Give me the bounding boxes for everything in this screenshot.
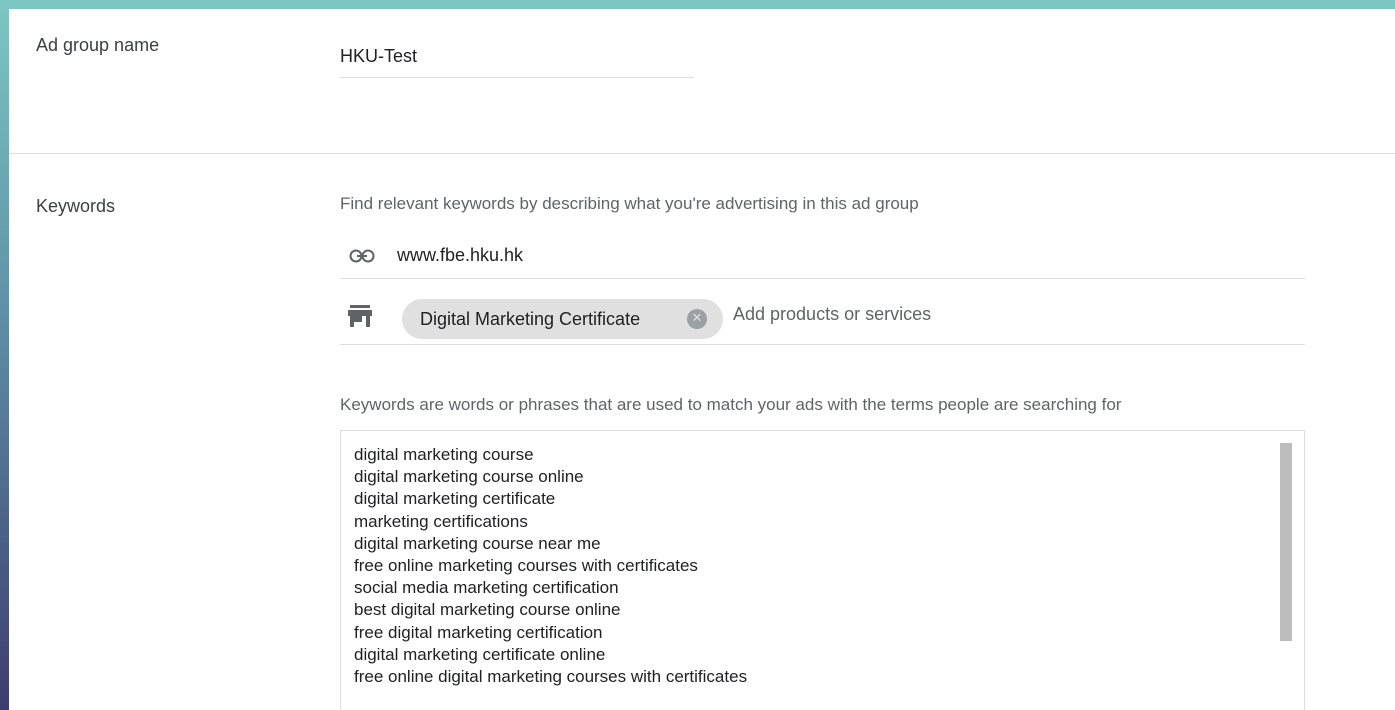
keyword-item: free online marketing courses with certi…: [354, 556, 698, 576]
find-keywords-hint: Find relevant keywords by describing wha…: [340, 194, 919, 213]
website-url[interactable]: www.fbe.hku.hk: [397, 245, 523, 266]
keywords-scrollbar[interactable]: [1280, 443, 1292, 641]
ad-group-panel: Ad group name HKU-Test Keywords Find rel…: [9, 9, 1395, 710]
add-products-input[interactable]: [733, 301, 1233, 327]
keyword-item: digital marketing course: [354, 445, 534, 464]
keyword-item: free online digital marketing courses wi…: [354, 667, 748, 687]
keywords-box-hint: Keywords are words or phrases that are u…: [340, 395, 1122, 414]
keyword-item: best digital marketing course online: [354, 600, 621, 620]
keyword-item: digital marketing course near me: [354, 533, 601, 553]
keyword-item: free digital marketing certification: [354, 622, 603, 642]
link-icon: [349, 249, 375, 263]
close-circle-icon[interactable]: ✕: [687, 309, 707, 329]
keyword-list: digital marketing course digital marketi…: [354, 444, 747, 688]
keyword-item: digital marketing certificate: [354, 489, 556, 509]
keyword-item: digital marketing certificate online: [354, 644, 606, 664]
ad-group-name-label: Ad group name: [36, 35, 160, 55]
keyword-item: social media marketing certification: [354, 578, 619, 598]
product-chip[interactable]: Digital Marketing Certificate ✕: [402, 299, 723, 339]
product-chip-label: Digital Marketing Certificate: [420, 309, 641, 329]
store-icon: [348, 305, 372, 327]
website-url-row[interactable]: www.fbe.hku.hk: [340, 237, 1305, 279]
products-row: Digital Marketing Certificate ✕: [340, 291, 1305, 345]
ad-group-name-underline: [340, 77, 694, 78]
section-divider: [9, 153, 1395, 154]
ad-group-name-input[interactable]: HKU-Test: [340, 46, 417, 67]
keyword-item: digital marketing course online: [354, 467, 584, 487]
keywords-label: Keywords: [36, 196, 116, 216]
keywords-textarea[interactable]: digital marketing course digital marketi…: [340, 430, 1305, 710]
keyword-item: marketing certifications: [354, 511, 528, 531]
